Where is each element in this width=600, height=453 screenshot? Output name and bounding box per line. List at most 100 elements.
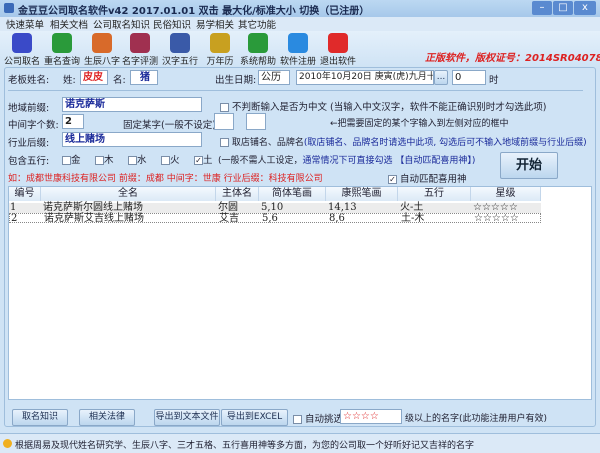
fixed-char-input-1[interactable] xyxy=(214,113,234,130)
auto-match-option[interactable]: ✓ 自动匹配喜用神 xyxy=(388,171,467,185)
shop-name-label: 取店铺名、品牌名 xyxy=(231,138,304,148)
fixed-char-input-2[interactable] xyxy=(246,113,266,130)
wuxing-label: 包含五行: xyxy=(8,156,50,167)
wuxing-option[interactable]: 金 xyxy=(62,152,81,166)
wuxing-hint: (一般不需人工设定，通常情况下可直接勾选 【自动匹配喜用神】) xyxy=(218,153,475,166)
start-button[interactable]: 开始 xyxy=(500,152,558,179)
mid-count-select[interactable]: 2 xyxy=(62,114,84,129)
wuxing-option[interactable]: 水 xyxy=(128,152,147,166)
table-row[interactable]: 1 诺克萨斯尔圆线上赌场 尔圆 5,10 14,13 火-土 ☆☆☆☆☆ xyxy=(9,203,541,213)
auto-match-checkbox[interactable]: ✓ xyxy=(388,175,397,184)
toolbar-label: 系统帮助 xyxy=(239,57,276,67)
running-man-icon xyxy=(12,33,32,53)
wuxing-checkbox[interactable] xyxy=(95,156,104,165)
auto-pick-label: 自动挑选 xyxy=(305,414,344,425)
wuxing-checkbox[interactable] xyxy=(128,156,137,165)
toolbar-button-2[interactable]: 生辰八字 xyxy=(82,31,122,67)
traffic-light-icon xyxy=(210,33,230,53)
menu-quick[interactable]: 快速菜单 xyxy=(6,17,44,31)
wuxing-option-label: 木 xyxy=(104,155,114,166)
related-law-button[interactable]: 相关法律 xyxy=(79,409,135,426)
table-cell: ☆☆☆☆☆ xyxy=(474,213,519,224)
column-header[interactable]: 康熙笔画 xyxy=(326,187,398,201)
status-text: 根据周易及现代姓名研究学、生辰八字、三才五格、五行喜用神等多方面，为您的公司取一… xyxy=(15,441,475,451)
star-level-hint: 级以上的名字(此功能注册用户有效) xyxy=(405,414,548,424)
column-header[interactable]: 五行 xyxy=(398,187,471,201)
surname-input[interactable]: 皮皮 xyxy=(80,70,108,85)
table-cell: 5,6 xyxy=(262,213,278,224)
toolbar-button-5[interactable]: 万年历 xyxy=(200,31,240,67)
toolbar-button-1[interactable]: 重名查询 xyxy=(42,31,82,67)
wuxing-option[interactable]: 木 xyxy=(95,152,114,166)
fixed-char-hint: ←把需要固定的某个字输入到左侧对应的框中 xyxy=(330,119,509,129)
calculator-icon xyxy=(130,33,150,53)
toolbar-button-8[interactable]: 退出软件 xyxy=(318,31,358,67)
date-picker-button[interactable]: ... xyxy=(434,70,448,85)
menu-other[interactable]: 其它功能 xyxy=(238,17,276,31)
column-header[interactable]: 简体笔画 xyxy=(259,187,326,201)
hour-select[interactable]: 0 xyxy=(452,70,486,85)
table-cell: 8,6 xyxy=(329,213,345,224)
export-text-button[interactable]: 导出到文本文件 xyxy=(154,409,220,426)
menu-company-naming[interactable]: 公司取名知识 xyxy=(93,17,150,31)
column-header[interactable]: 编号 xyxy=(9,187,41,201)
table-cell: 诺克萨斯艾吉线上赌场 xyxy=(44,213,144,224)
star-level-select[interactable]: ☆☆☆☆ xyxy=(340,409,402,424)
status-bar: 根据周易及现代姓名研究学、生辰八字、三才五格、五行喜用神等多方面，为您的公司取一… xyxy=(0,433,600,453)
minimize-button[interactable]: – xyxy=(532,1,552,15)
toolbar-label: 重名查询 xyxy=(43,57,80,67)
wuxing-checkbox[interactable] xyxy=(161,156,170,165)
green-book-icon xyxy=(52,33,72,53)
close-button[interactable]: x xyxy=(574,1,596,15)
wuxing-option-label: 火 xyxy=(170,155,180,166)
shop-name-option[interactable]: 取店铺名、品牌名(取店铺名、品牌名时请选中此项, 勾选后可不输入地域前缀与行业后… xyxy=(220,135,587,148)
wuxing-option[interactable]: ✓土 xyxy=(194,152,213,166)
wuxing-checkbox[interactable] xyxy=(62,156,71,165)
toolbar-button-7[interactable]: 软件注册 xyxy=(278,31,318,67)
person-info-icon xyxy=(170,33,190,53)
wuxing-option-label: 金 xyxy=(71,155,81,166)
column-header[interactable]: 星级 xyxy=(471,187,541,201)
calendar-select[interactable]: 公历 xyxy=(258,70,290,85)
red-x-icon xyxy=(328,33,348,53)
fixed-char-label: 固定某字(一般不设定) xyxy=(123,120,216,131)
shop-name-checkbox[interactable] xyxy=(220,138,229,147)
table-cell: 艾吉 xyxy=(219,213,239,224)
no-chinese-checkbox[interactable] xyxy=(220,103,229,112)
naming-knowledge-button[interactable]: 取名知识 xyxy=(12,409,68,426)
toolbar-button-6[interactable]: 系统帮助 xyxy=(238,31,278,67)
table-cell: ☆☆☆☆☆ xyxy=(473,202,518,213)
menu-bar: 快速菜单 相关文档 公司取名知识 民俗知识 易学相关 其它功能 xyxy=(0,17,600,31)
column-header[interactable]: 全名 xyxy=(41,187,216,201)
hour-unit: 时 xyxy=(489,75,499,86)
wuxing-option-label: 土 xyxy=(203,155,213,166)
auto-pick-checkbox[interactable] xyxy=(293,415,302,424)
table-row[interactable]: 2 诺克萨斯艾吉线上赌场 艾吉 5,6 8,6 土-木 ☆☆☆☆☆ xyxy=(9,213,541,224)
menu-yixue[interactable]: 易学相关 xyxy=(196,17,234,31)
wuxing-option-label: 水 xyxy=(137,155,147,166)
toolbar-button-4[interactable]: 汉字五行 xyxy=(160,31,200,67)
menu-folk[interactable]: 民俗知识 xyxy=(153,17,191,31)
birth-date-input[interactable]: 2010年10月20日 庚寅(虎)九月十三 xyxy=(296,70,434,85)
toolbar-button-3[interactable]: 名字评测 xyxy=(120,31,160,67)
toolbar-button-0[interactable]: 公司取名 xyxy=(2,31,42,67)
no-chinese-check-option[interactable]: 不判断输入是否为中文 (当输入中文汉字，软件不能正确识别时才勾选此项) xyxy=(220,99,546,113)
maximize-button[interactable]: □ xyxy=(553,1,573,15)
wuxing-checkbox[interactable]: ✓ xyxy=(194,156,203,165)
region-input[interactable]: 诺克萨斯 xyxy=(62,97,202,112)
column-header[interactable]: 主体名 xyxy=(216,187,259,201)
wuxing-option[interactable]: 火 xyxy=(161,152,180,166)
tools-icon xyxy=(92,33,112,53)
export-excel-button[interactable]: 导出到EXCEL xyxy=(221,409,288,426)
industry-input[interactable]: 线上赌场 xyxy=(62,132,202,147)
table-cell: 14,13 xyxy=(328,202,357,213)
license-text: 正版软件，版权证号：2014SR040780 xyxy=(425,53,600,64)
toolbar-label: 万年历 xyxy=(206,57,234,67)
region-label: 地域前缀: xyxy=(8,103,50,114)
no-chinese-label: 不判断输入是否为中文 (当输入中文汉字，软件不能正确识别时才勾选此项) xyxy=(232,102,547,113)
app-icon xyxy=(4,3,14,13)
auto-pick-option[interactable]: 自动挑选 xyxy=(293,411,343,425)
toolbar-label: 退出软件 xyxy=(319,57,356,67)
menu-docs[interactable]: 相关文档 xyxy=(50,17,88,31)
given-name-input[interactable]: 猪 xyxy=(130,70,158,85)
